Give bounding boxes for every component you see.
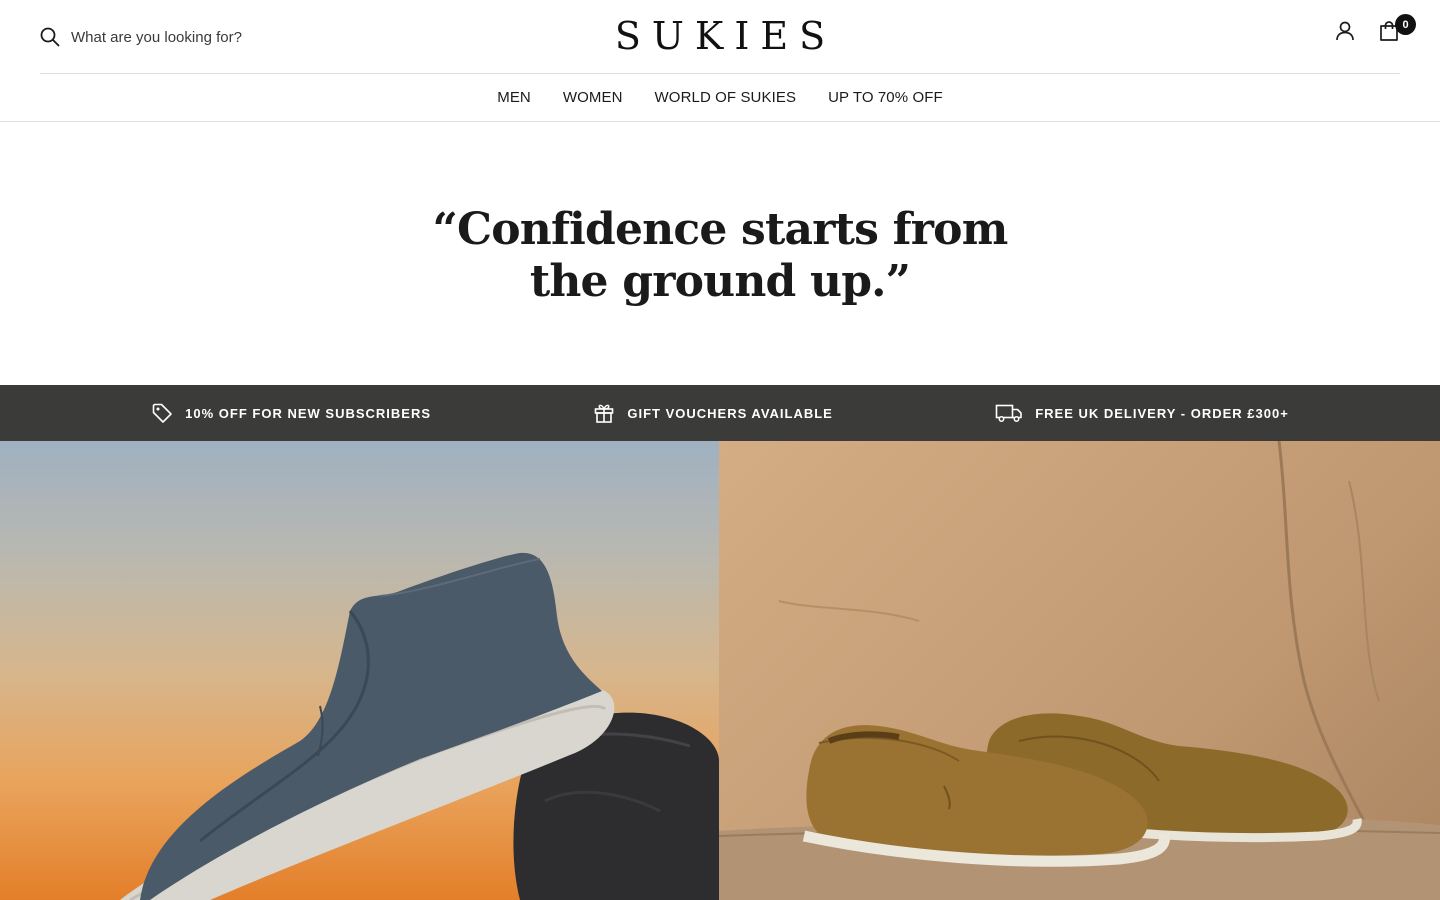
- search-input[interactable]: [71, 28, 371, 46]
- truck-icon: [995, 402, 1023, 424]
- cart-icon[interactable]: 0: [1378, 14, 1416, 42]
- cart-count-badge: 0: [1395, 14, 1416, 35]
- search-bar[interactable]: [40, 24, 371, 50]
- account-icon[interactable]: [1334, 20, 1356, 42]
- hero-image-right[interactable]: [719, 441, 1440, 900]
- promo-item-subscribers[interactable]: 10% OFF FOR NEW SUBSCRIBERS: [151, 402, 431, 424]
- nav-item-sale[interactable]: UP TO 70% OFF: [828, 89, 943, 106]
- tag-icon: [151, 402, 173, 424]
- nav-item-men[interactable]: MEN: [497, 89, 531, 106]
- promo-label: FREE UK DELIVERY - ORDER £300+: [1035, 405, 1289, 421]
- promo-bar: 10% OFF FOR NEW SUBSCRIBERS GIFT VOUCHER…: [0, 385, 1440, 441]
- site-logo[interactable]: SUKIES: [540, 13, 900, 59]
- search-icon[interactable]: [40, 27, 60, 47]
- promo-label: 10% OFF FOR NEW SUBSCRIBERS: [185, 405, 432, 421]
- header-actions: 0: [1334, 14, 1416, 42]
- hero-image-left[interactable]: [0, 441, 719, 900]
- promo-item-gift-vouchers[interactable]: GIFT VOUCHERS AVAILABLE: [593, 402, 832, 424]
- blue-loafer-illustration: [120, 552, 719, 900]
- site-header: SUKIES 0: [40, 0, 1416, 74]
- hero-quote: “Confidence starts from the ground up.”: [432, 203, 1009, 307]
- hero-quote-section: “Confidence starts from the ground up.”: [0, 122, 1440, 385]
- promo-label: GIFT VOUCHERS AVAILABLE: [627, 405, 833, 421]
- main-nav: MEN WOMEN WORLD OF SUKIES UP TO 70% OFF: [0, 74, 1440, 122]
- gift-icon: [593, 402, 615, 424]
- tan-loafers-illustration: [719, 441, 1440, 900]
- nav-item-women[interactable]: WOMEN: [563, 89, 623, 106]
- promo-item-free-delivery[interactable]: FREE UK DELIVERY - ORDER £300+: [995, 402, 1289, 424]
- nav-item-world-of-sukies[interactable]: WORLD OF SUKIES: [655, 89, 797, 106]
